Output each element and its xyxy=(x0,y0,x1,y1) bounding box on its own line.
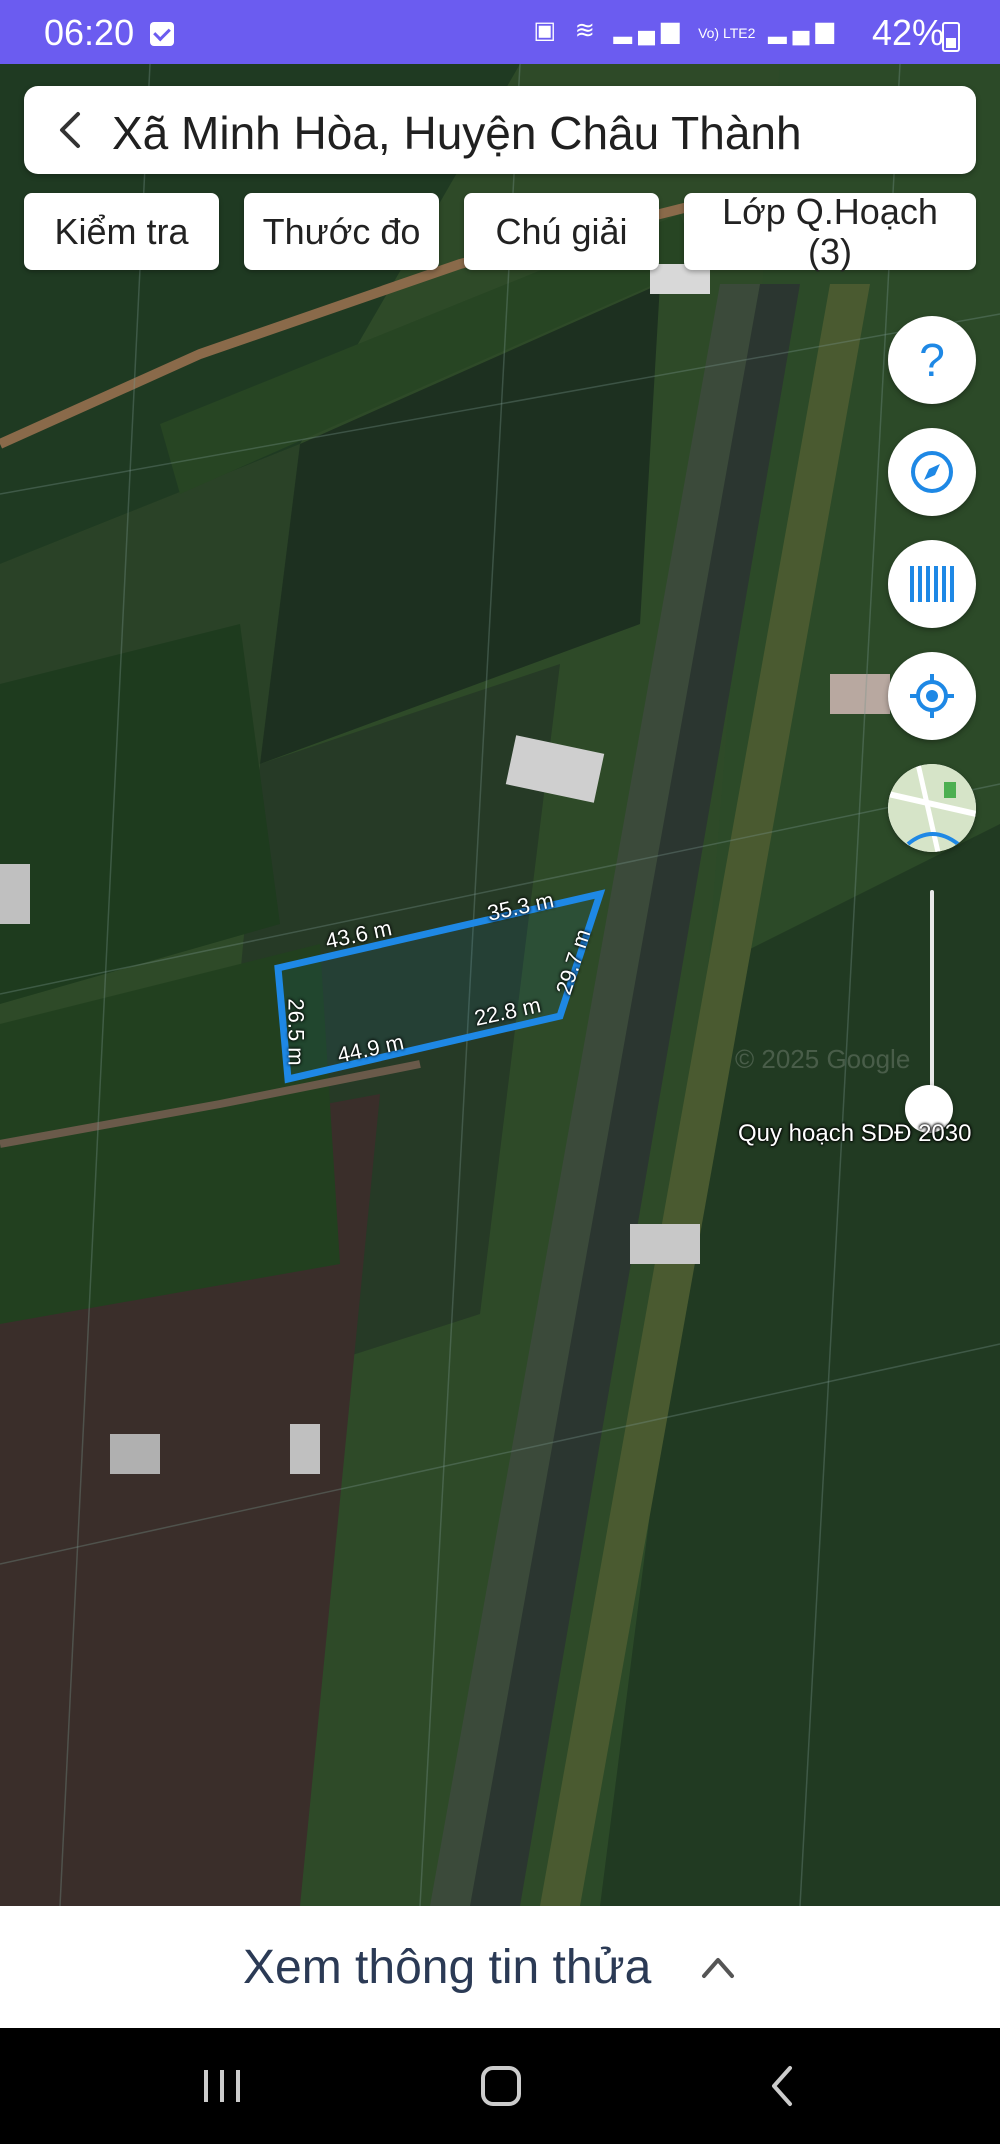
status-bar: 06:20 ▣ ≋ ▂▄▆ Vo) LTE2 ▂▄▆ 42% xyxy=(0,0,1000,64)
parcel-info-sheet[interactable]: Xem thông tin thửa xyxy=(0,1906,1000,2028)
planning-layer-label: Quy hoạch SDĐ 2030 xyxy=(738,1120,972,1147)
layer-opacity-track[interactable] xyxy=(930,890,934,1115)
recent-apps-icon[interactable] xyxy=(200,2062,246,2110)
planning-layers-button[interactable]: Lớp Q.Hoạch (3) xyxy=(684,190,976,272)
barcode-icon xyxy=(910,566,954,602)
page-title: Xã Minh Hòa, Huyện Châu Thành xyxy=(112,107,802,159)
measurement-label: 26.5 m xyxy=(283,998,309,1066)
planning-layers-count: (3) xyxy=(808,230,852,272)
parcel-info-label: Xem thông tin thửa xyxy=(243,1941,652,1994)
satellite-map[interactable]: 43.6 m 35.3 m 29.7 m 26.5 m 44.9 m 22.8 … xyxy=(0,64,1000,1906)
signal-icon: ▂▄▆ xyxy=(613,17,686,44)
map-watermark: © 2025 Google xyxy=(735,1044,911,1074)
map-imagery xyxy=(0,64,1000,1906)
back-arrow-icon[interactable] xyxy=(52,110,92,150)
map-thumbnail-icon xyxy=(888,764,976,852)
checkbox-notification-icon xyxy=(150,22,174,46)
compass-icon xyxy=(911,451,953,493)
back-icon[interactable] xyxy=(760,2062,806,2110)
compass-button[interactable] xyxy=(888,428,976,516)
legend-button-label: Chú giải xyxy=(495,210,628,252)
check-button[interactable]: Kiểm tra xyxy=(24,193,219,270)
my-location-button[interactable] xyxy=(888,652,976,740)
barcode-button[interactable] xyxy=(888,540,976,628)
planning-layers-label: Lớp Q.Hoạch xyxy=(722,190,938,232)
home-icon[interactable] xyxy=(478,2062,524,2110)
wifi-icon: ≋ xyxy=(574,17,601,44)
status-time: 06:20 xyxy=(44,12,135,53)
signal-icon-2: ▂▄▆ xyxy=(768,17,840,44)
check-button-label: Kiểm tra xyxy=(54,210,189,252)
my-location-icon xyxy=(910,674,954,718)
battery-percent: 42% xyxy=(871,12,944,53)
lock-icon: ▣ xyxy=(533,17,563,44)
battery-icon xyxy=(942,22,960,52)
help-button[interactable]: ? xyxy=(888,316,976,404)
chevron-up-icon[interactable] xyxy=(700,1952,736,1982)
svg-text:?: ? xyxy=(919,336,945,384)
signal-status: ▣ ≋ ▂▄▆ Vo) LTE2 ▂▄▆ xyxy=(533,16,840,45)
legend-button[interactable]: Chú giải xyxy=(464,193,659,270)
lte-label: Vo) LTE2 xyxy=(698,25,756,41)
measure-button-label: Thước đo xyxy=(262,210,421,252)
question-mark-icon: ? xyxy=(919,336,945,384)
system-navigation-bar xyxy=(0,2028,1000,2144)
measure-button[interactable]: Thước đo xyxy=(244,193,439,270)
location-header: Xã Minh Hòa, Huyện Châu Thành xyxy=(24,86,976,174)
map-type-button[interactable] xyxy=(888,764,976,852)
